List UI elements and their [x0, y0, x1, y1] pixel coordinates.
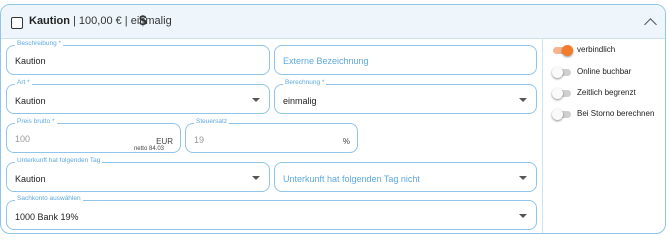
toggle-switch[interactable]: [553, 45, 573, 56]
fee-summary: | 100,00 € | einmalig: [73, 15, 172, 27]
toggle-switch[interactable]: [552, 109, 571, 120]
steuersatz-value: 19: [194, 135, 205, 145]
panel-header[interactable]: Kaution | 100,00 € | einmalig $: [1, 5, 665, 39]
percent-suffix: %: [342, 137, 350, 146]
caret-down-icon: [519, 214, 527, 218]
beschreibung-value: Kaution: [15, 56, 46, 66]
toggle-label: verbindlich: [577, 45, 616, 54]
unterkunft-tag-nicht-select[interactable]: Unterkunft hat folgenden Tag nicht: [274, 162, 537, 192]
preis-brutto-label: Preis brutto *: [15, 118, 57, 125]
fee-name: Kaution: [29, 15, 70, 27]
chevron-up-icon[interactable]: [644, 18, 657, 31]
sachkonto-select[interactable]: Sachkonto auswählen 1000 Bank 19%: [6, 195, 537, 230]
berechnung-value: einmalig: [283, 96, 317, 106]
beschreibung-label: Beschreibung *: [15, 40, 64, 47]
caret-down-icon: [519, 176, 527, 180]
externe-bezeichnung-field[interactable]: Externe Bezeichnung: [274, 45, 537, 75]
panel-title: Kaution | 100,00 € | einmalig: [29, 15, 172, 27]
toggle-label: Bei Storno berechnen: [577, 109, 655, 118]
caret-down-icon: [252, 176, 260, 180]
caret-down-icon: [519, 98, 527, 102]
externe-bezeichnung-placeholder: Externe Bezeichnung: [283, 56, 369, 66]
berechnung-select[interactable]: Berechnung * einmalig: [274, 79, 537, 114]
art-select[interactable]: Art * Kaution: [6, 79, 270, 114]
unterkunft-tag-nicht-placeholder: Unterkunft hat folgenden Tag nicht: [283, 174, 420, 184]
toggle-label: Online buchbar: [577, 67, 632, 76]
steuersatz-field[interactable]: Steuersatz 19 %: [185, 118, 358, 153]
sachkonto-value: 1000 Bank 19%: [15, 212, 79, 222]
berechnung-label: Berechnung *: [283, 79, 327, 86]
art-value: Kaution: [15, 96, 46, 106]
preis-brutto-value: 100: [15, 134, 31, 144]
currency-suffix: EUR: [156, 137, 173, 146]
preis-brutto-field[interactable]: Preis brutto * 100 EUR netto 84.03: [6, 118, 181, 153]
toggle-label: Zeitlich begrenzt: [577, 88, 636, 97]
netto-hint: netto 84.03: [133, 146, 164, 152]
fee-panel: Kaution | 100,00 € | einmalig $ Beschrei…: [0, 4, 666, 234]
unterkunft-tag-select[interactable]: Unterkunft hat folgenden Tag Kaution: [6, 157, 270, 192]
sachkonto-label: Sachkonto auswählen: [15, 195, 83, 202]
toggle-switch[interactable]: [552, 88, 571, 99]
steuersatz-label: Steuersatz: [194, 118, 230, 125]
unterkunft-tag-label: Unterkunft hat folgenden Tag: [15, 157, 103, 164]
beschreibung-field[interactable]: Beschreibung * Kaution: [6, 40, 270, 75]
art-label: Art *: [15, 79, 32, 86]
caret-down-icon: [252, 98, 260, 102]
select-checkbox[interactable]: [11, 17, 23, 29]
dollar-icon: $: [139, 12, 147, 28]
sidebar-divider: [542, 38, 543, 233]
toggle-switch[interactable]: [552, 67, 571, 78]
unterkunft-tag-value: Kaution: [15, 174, 46, 184]
